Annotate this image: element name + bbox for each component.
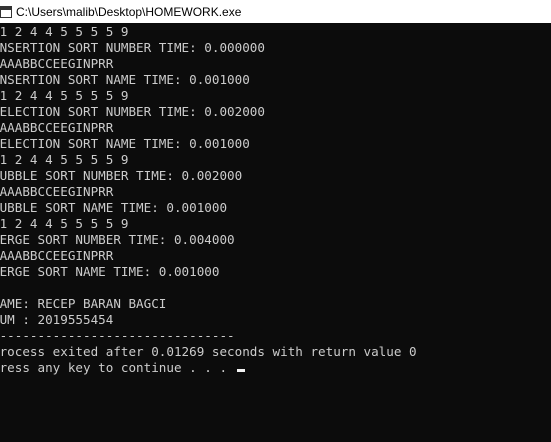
- console-output[interactable]: 1 2 4 4 5 5 5 5 9 INSERTION SORT NUMBER …: [0, 23, 551, 442]
- console-line: SELECTION SORT NAME TIME: 0.001000: [0, 136, 250, 151]
- console-line: AAABBCCEEGINPRR: [0, 248, 114, 263]
- text-cursor: [236, 369, 245, 372]
- console-line: Process exited after 0.01269 seconds wit…: [0, 344, 417, 359]
- console-line: MERGE SORT NUMBER TIME: 0.004000: [0, 232, 235, 247]
- console-line: 1 2 4 4 5 5 5 5 9: [0, 216, 129, 231]
- console-line: INSERTION SORT NUMBER TIME: 0.000000: [0, 40, 265, 55]
- console-line: SELECTION SORT NUMBER TIME: 0.002000: [0, 104, 265, 119]
- console-line: AAABBCCEEGINPRR: [0, 184, 114, 199]
- console-line: 1 2 4 4 5 5 5 5 9: [0, 88, 129, 103]
- console-line: NAME: RECEP BARAN BAGCI: [0, 296, 167, 311]
- window-title: C:\Users\malib\Desktop\HOMEWORK.exe: [16, 5, 242, 19]
- console-line: MERGE SORT NAME TIME: 0.001000: [0, 264, 220, 279]
- console-prompt: Press any key to continue . . .: [0, 360, 235, 375]
- console-line: BUBBLE SORT NUMBER TIME: 0.002000: [0, 168, 243, 183]
- console-line: 1 2 4 4 5 5 5 5 9: [0, 152, 129, 167]
- console-line: AAABBCCEEGINPRR: [0, 120, 114, 135]
- console-prompt-line: Press any key to continue . . .: [0, 360, 245, 376]
- console-app-icon: [0, 6, 12, 18]
- console-line: NUM : 2019555454: [0, 312, 114, 327]
- console-separator: --------------------------------: [0, 328, 235, 343]
- console-line: 1 2 4 4 5 5 5 5 9: [0, 24, 129, 39]
- console-line: BUBBLE SORT NAME TIME: 0.001000: [0, 200, 228, 215]
- title-bar[interactable]: C:\Users\malib\Desktop\HOMEWORK.exe: [0, 0, 551, 24]
- console-line: AAABBCCEEGINPRR: [0, 56, 114, 71]
- console-line: INSERTION SORT NAME TIME: 0.001000: [0, 72, 250, 87]
